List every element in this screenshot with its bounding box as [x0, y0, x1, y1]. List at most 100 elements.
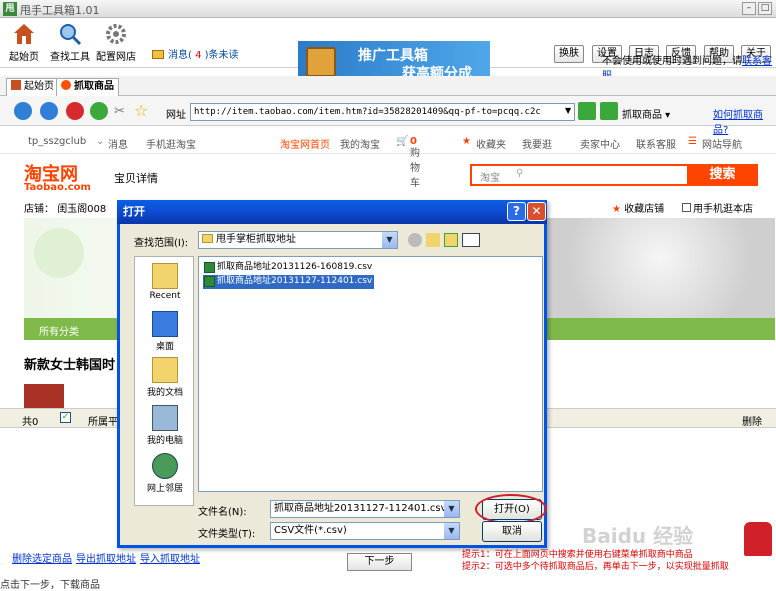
- tools-icon[interactable]: ✂: [114, 104, 125, 119]
- csv-file-icon: [204, 262, 215, 273]
- back-icon[interactable]: [408, 233, 422, 247]
- qrcode-icon: [682, 203, 691, 212]
- buy-link[interactable]: 我要逛: [522, 136, 552, 151]
- search-scope[interactable]: 淘宝: [480, 169, 500, 184]
- file-item[interactable]: 抓取商品地址20131126-160819.csv: [203, 261, 374, 275]
- all-categories-link[interactable]: 所有分类: [39, 323, 79, 338]
- filetype-select[interactable]: CSV文件(*.csv) ▼: [270, 522, 460, 540]
- cancel-button[interactable]: 取消: [482, 521, 542, 542]
- tab-grab-products[interactable]: 抓取商品: [56, 78, 119, 96]
- mascot-icon: [744, 522, 772, 556]
- place-computer[interactable]: 我的电脑: [135, 405, 195, 446]
- next-step-button[interactable]: 下一步: [347, 553, 412, 571]
- platform-column: 所属平: [88, 417, 118, 428]
- stop-icon[interactable]: [66, 102, 84, 120]
- place-recent[interactable]: Recent: [135, 263, 195, 301]
- download-icon[interactable]: [600, 102, 618, 120]
- watermark: Baidu 经验: [582, 524, 694, 548]
- lookin-select[interactable]: 甩手掌柜抓取地址 ▼: [198, 231, 398, 249]
- message-notice[interactable]: 消息( 4 )条未读: [152, 46, 239, 61]
- url-input[interactable]: http://item.taobao.com/item.htm?id=35828…: [190, 103, 575, 121]
- config-shop-label: 配置网店: [96, 52, 136, 63]
- minimize-button[interactable]: –: [742, 2, 756, 15]
- notice-count: 4: [195, 50, 202, 61]
- product-title: 新款女士韩国时: [24, 358, 116, 373]
- mobile-shop-link[interactable]: 用手机逛本店: [682, 200, 753, 215]
- favorites-link[interactable]: 收藏夹: [476, 136, 506, 151]
- places-bar: Recent 桌面 我的文档 我的电脑 网上邻居: [134, 256, 194, 506]
- url-label: 网址: [166, 110, 186, 121]
- chevron-down-icon: ⌄: [96, 136, 105, 147]
- url-dropdown-icon[interactable]: ▼: [565, 106, 571, 115]
- select-all-checkbox[interactable]: ✓: [60, 412, 71, 423]
- delete-selected-link[interactable]: 删除选定商品: [12, 550, 72, 565]
- mobile-shop-label: 用手机逛本店: [693, 204, 753, 215]
- view-menu-icon[interactable]: [462, 233, 480, 247]
- network-icon: [152, 453, 178, 479]
- fav-shop-link[interactable]: ★ 收藏店铺: [612, 200, 664, 215]
- file-item-selected[interactable]: 抓取商品地址20131127-112401.csv: [203, 275, 375, 289]
- chevron-down-icon: ▼: [444, 501, 459, 517]
- find-tools-label: 查找工具: [50, 52, 90, 63]
- tip2: 提示2：可选中多个待抓取商品后，再单击下一步，以实现批量抓取: [462, 562, 729, 572]
- address-bar: ✂ ☆ 网址 http://item.taobao.com/item.htm?i…: [0, 96, 776, 136]
- customer-service-link[interactable]: 联系客服: [636, 136, 676, 151]
- my-taobao-link[interactable]: 我的淘宝: [340, 136, 380, 151]
- home-label: 起始页: [9, 52, 39, 63]
- filename-value: 抓取商品地址20131127-112401.csv: [274, 503, 447, 514]
- help-icon[interactable]: ?: [507, 202, 526, 221]
- dialog-title: 打开: [123, 205, 145, 218]
- forward-icon[interactable]: [40, 102, 58, 120]
- config-shop-button[interactable]: 配置网店: [96, 22, 136, 66]
- new-folder-icon[interactable]: [444, 233, 458, 247]
- refresh-icon[interactable]: [90, 102, 108, 120]
- documents-icon: [152, 357, 178, 383]
- filename-label: 文件名(N):: [198, 507, 247, 518]
- notice-suffix: )条未读: [204, 50, 239, 61]
- taobao-search-button[interactable]: 搜索: [687, 164, 758, 186]
- tab-home[interactable]: 起始页: [6, 78, 59, 96]
- csv-file-icon: [204, 276, 215, 287]
- export-link[interactable]: 导出抓取地址: [76, 550, 136, 565]
- recent-icon: [152, 263, 178, 289]
- place-network[interactable]: 网上邻居: [135, 453, 195, 494]
- cart-link[interactable]: 购物车 0: [410, 136, 420, 189]
- notice-prefix: 消息(: [168, 50, 192, 61]
- filetype-value: CSV文件(*.csv): [274, 525, 347, 536]
- taobao-user-link[interactable]: tp_sszgclub: [28, 136, 86, 147]
- magnifier-icon: [60, 24, 82, 46]
- star-icon[interactable]: ☆: [134, 101, 148, 120]
- search-icon: ⚲: [516, 168, 524, 179]
- go-icon[interactable]: [578, 102, 596, 120]
- import-link[interactable]: 导入抓取地址: [140, 550, 200, 565]
- place-documents[interactable]: 我的文档: [135, 357, 195, 398]
- back-icon[interactable]: [14, 102, 32, 120]
- seller-center-link[interactable]: 卖家中心: [580, 136, 620, 151]
- site-nav-link[interactable]: 网站导航: [702, 136, 742, 151]
- filename-input[interactable]: 抓取商品地址20131127-112401.csv ▼: [270, 500, 460, 518]
- envelope-icon: [152, 50, 164, 59]
- grab-products-button[interactable]: 抓取商品 ▾: [622, 106, 670, 121]
- place-desktop[interactable]: 桌面: [135, 311, 195, 352]
- chevron-down-icon: ▼: [382, 232, 397, 248]
- taobao-message-link[interactable]: 消息: [108, 136, 128, 151]
- shop-name[interactable]: 闺玉阁008: [57, 204, 106, 215]
- taobao-top-nav: tp_sszgclub ⌄ 消息 手机逛淘宝 淘宝网首页 我的淘宝 🛒 购物车 0…: [0, 128, 776, 189]
- taobao-home-link[interactable]: 淘宝网首页: [280, 136, 330, 151]
- fav-shop-label: 收藏店铺: [624, 204, 665, 215]
- chevron-down-icon: ▼: [444, 523, 459, 539]
- close-icon[interactable]: ✕: [527, 202, 546, 221]
- up-folder-icon[interactable]: [426, 233, 440, 247]
- file-name: 抓取商品地址20131127-112401.csv: [217, 276, 373, 286]
- place-computer-label: 我的电脑: [146, 436, 183, 446]
- dialog-titlebar: 打开 ? ✕: [117, 200, 547, 224]
- lookin-value: 甩手掌柜抓取地址: [216, 234, 296, 245]
- place-desktop-label: 桌面: [155, 342, 174, 352]
- hint-text: 不会使用或使用时遇到问题，请: [602, 56, 742, 67]
- file-list[interactable]: 抓取商品地址20131126-160819.csv 抓取商品地址20131127…: [198, 256, 543, 492]
- taobao-mobile-link[interactable]: 手机逛淘宝: [146, 136, 196, 151]
- find-tools-button[interactable]: 查找工具: [50, 22, 90, 66]
- skin-button[interactable]: 换肤: [554, 45, 584, 63]
- home-button[interactable]: 起始页: [8, 22, 40, 66]
- maximize-button[interactable]: □: [758, 2, 772, 15]
